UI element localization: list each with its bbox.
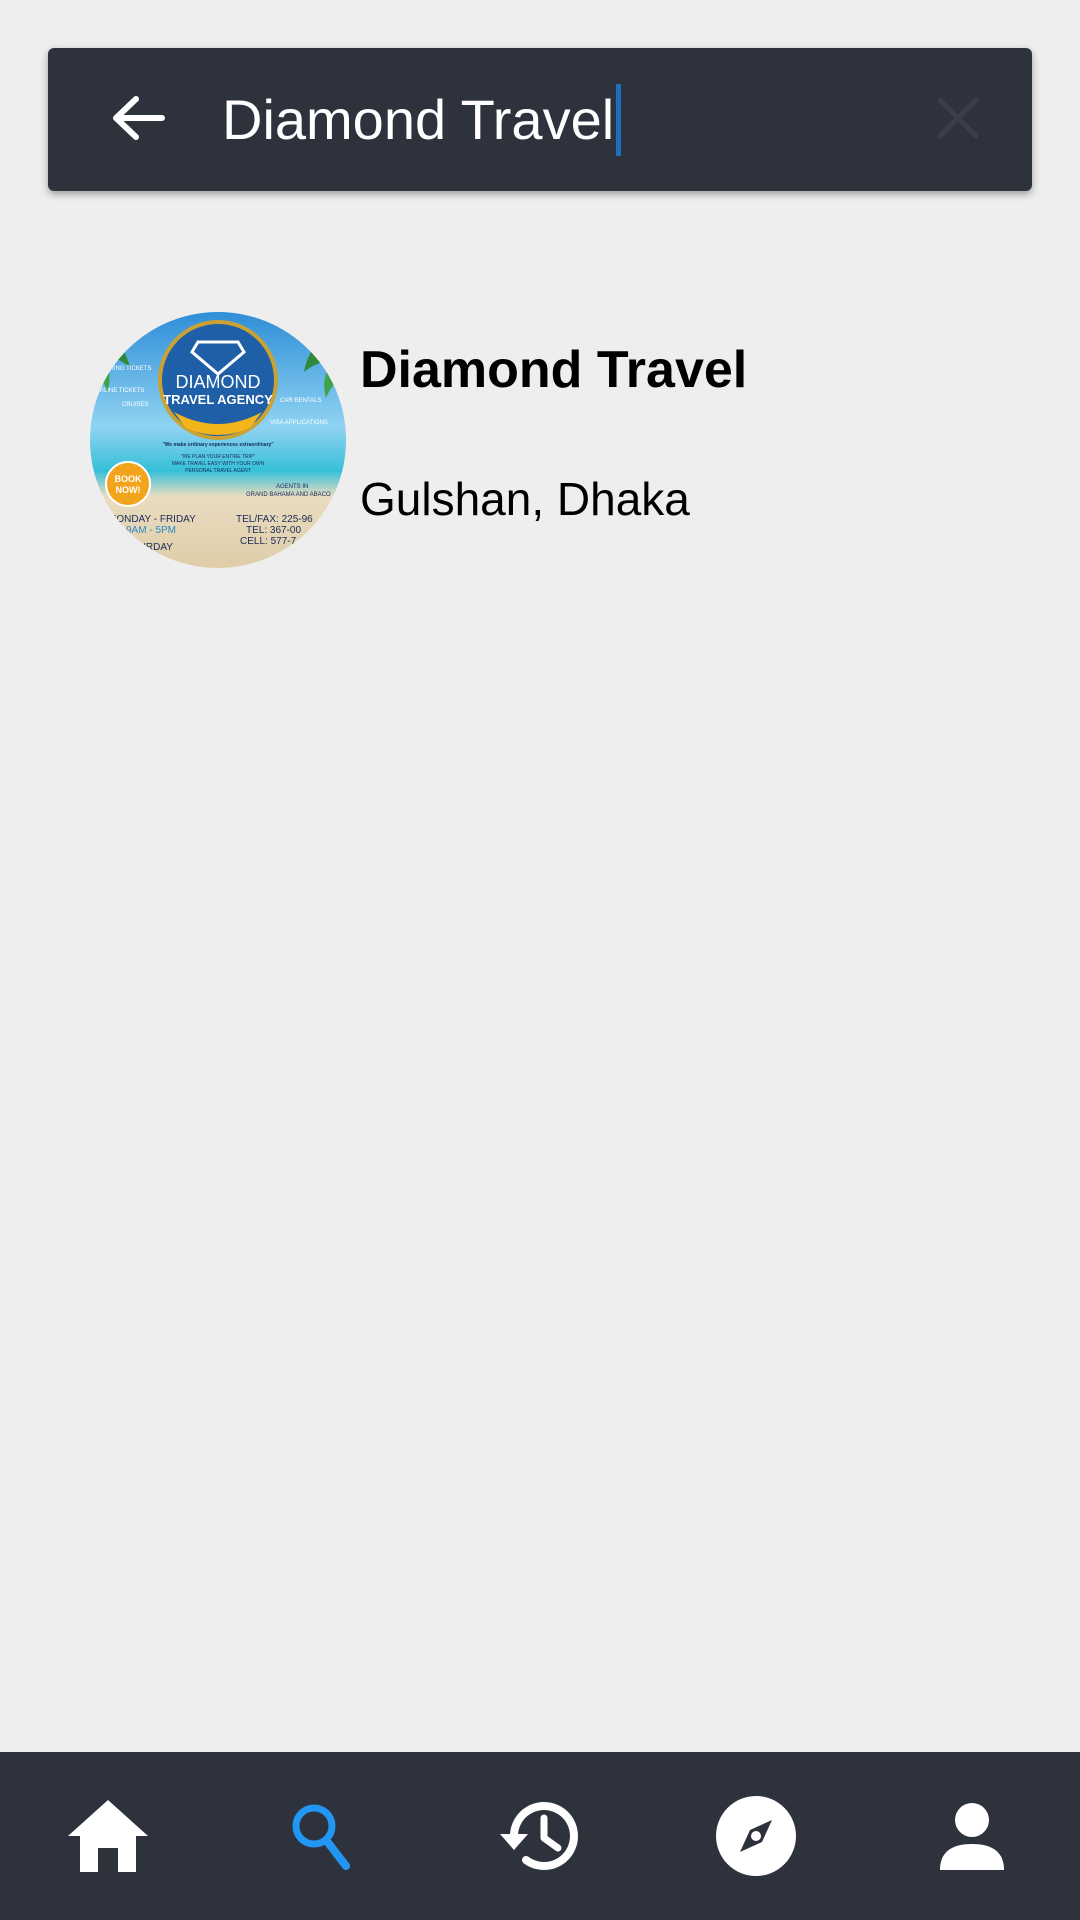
nav-home[interactable] (58, 1786, 158, 1886)
nav-explore[interactable] (706, 1786, 806, 1886)
badge-line2: NOW! (116, 485, 141, 495)
badge-line1: BOOK (115, 474, 143, 484)
agents-line2: GRAND BAHAMA AND ABACO (246, 492, 331, 498)
close-icon (937, 97, 979, 139)
search-screen: Diamond Travel DIAMOND TRAVEL AGENCY CAT… (0, 0, 1080, 1920)
search-query-text: Diamond Travel (222, 88, 615, 151)
history-icon (500, 1802, 578, 1870)
hours-line2: 9AM - 5PM (126, 525, 176, 536)
logo-line1: DIAMOND (176, 372, 261, 392)
agents-line1: AGENTS IN (276, 484, 308, 490)
nav-search[interactable] (272, 1786, 372, 1886)
hours-line4: 2PM (140, 553, 161, 564)
compass-icon (716, 1796, 796, 1876)
clear-button[interactable] (918, 88, 998, 148)
result-title: Diamond Travel (360, 341, 748, 399)
contact-line3: CELL: 577-7 (240, 536, 297, 547)
result-location: Gulshan, Dhaka (360, 473, 690, 525)
travel-agency-flyer-image: DIAMOND TRAVEL AGENCY CATERING TICKETS A… (90, 312, 346, 568)
home-icon (68, 1800, 148, 1872)
search-icon (292, 1804, 350, 1870)
flyer-tagline: "We make ordinary experiences extraordin… (162, 442, 274, 448)
nav-profile[interactable] (922, 1786, 1022, 1886)
flyer-left-label-2: AIRLINE TICKETS (94, 388, 144, 394)
search-input[interactable]: Diamond Travel (222, 74, 942, 166)
flyer-right-label-1: CAR RENTALS (280, 398, 322, 404)
nav-history[interactable] (490, 1786, 590, 1886)
contact-line1: TEL/FAX: 225-96 (236, 514, 313, 525)
arrow-back-icon (113, 96, 165, 140)
hours-line1: MONDAY - FRIDAY (108, 514, 196, 525)
back-button[interactable] (98, 88, 178, 148)
contact-line2: TEL: 367-00 (246, 525, 301, 536)
list-item[interactable]: DIAMOND TRAVEL AGENCY CATERING TICKETS A… (60, 300, 1020, 580)
hours-line3: SATURDAY (120, 542, 173, 553)
logo-line2: TRAVEL AGENCY (163, 392, 273, 407)
person-icon (940, 1803, 1004, 1870)
avatar: DIAMOND TRAVEL AGENCY CATERING TICKETS A… (90, 312, 346, 568)
search-bar: Diamond Travel (48, 48, 1032, 191)
flyer-left-label-3: CRUISES (122, 402, 149, 408)
text-caret (616, 84, 622, 156)
flyer-left-label-1: CATERING TICKETS (94, 366, 151, 372)
flyer-plan-1: "WE PLAN YOUR ENTIRE TRIP" (181, 454, 255, 460)
flyer-plan-3: PERSONAL TRAVEL AGENT (185, 468, 251, 474)
flyer-plan-2: MAKE TRAVEL EASY WITH YOUR OWN (172, 461, 265, 467)
flyer-right-label-2: VISA APPLICATIONS (270, 420, 328, 426)
bottom-navigation (0, 1752, 1080, 1920)
